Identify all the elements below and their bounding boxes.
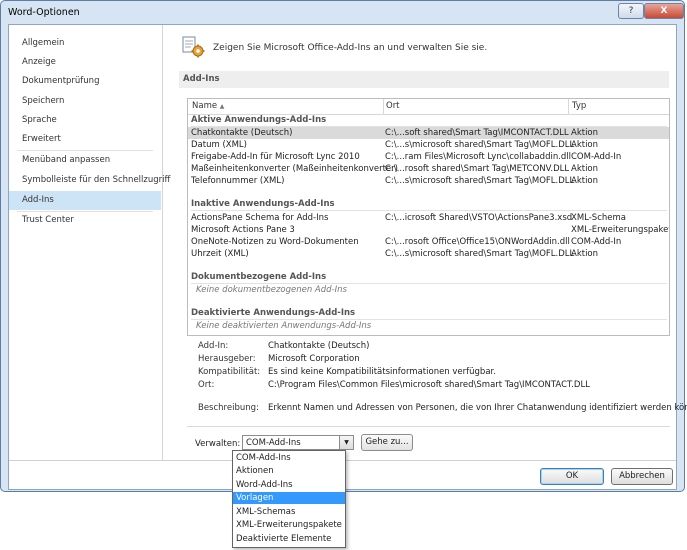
dropdown-option-aktionen[interactable]: Aktionen: [233, 465, 345, 477]
cancel-button[interactable]: Abbrechen: [611, 468, 673, 485]
row-name: ActionsPane Schema for Add-Ins: [191, 213, 329, 223]
table-row[interactable]: ActionsPane Schema for Add-Ins C:\...icr…: [188, 212, 669, 224]
column-header-name[interactable]: Name ▲: [192, 101, 224, 111]
detail-label-publisher: Herausgeber:: [198, 354, 256, 364]
group-header-document: Dokumentbezogene Add-Ins: [191, 272, 327, 282]
row-type: Aktion: [571, 128, 599, 138]
detail-value-addin: Chatkontakte (Deutsch): [268, 341, 370, 351]
row-type: Aktion: [571, 176, 599, 186]
row-name: Telefonnummer (XML): [191, 176, 285, 186]
row-location: C:\...s\microsoft shared\Smart Tag\MOFL.…: [385, 249, 575, 259]
section-title-add-ins: Add-Ins: [179, 71, 669, 88]
sidebar-item-trust-center[interactable]: Trust Center: [9, 211, 161, 230]
dialog-client-area: Allgemein Anzeige Dokumentprüfung Speich…: [8, 24, 687, 490]
addins-gear-icon: [182, 36, 205, 58]
sidebar-item-anzeige[interactable]: Anzeige: [9, 53, 161, 72]
sidebar-item-speichern[interactable]: Speichern: [9, 92, 161, 111]
manage-divider: [187, 426, 670, 427]
row-type: XML-Erweiterungspaket: [571, 225, 670, 235]
row-name: Maßeinheitenkonverter (Maßeinheitenkonve…: [191, 164, 398, 174]
row-location: C:\...s\microsoft shared\Smart Tag\MOFL.…: [385, 176, 575, 186]
row-name: Chatkontakte (Deutsch): [191, 128, 293, 138]
table-row[interactable]: Maßeinheitenkonverter (Maßeinheitenkonve…: [188, 163, 669, 175]
group-header-active: Aktive Anwendungs-Add-Ins: [191, 115, 327, 125]
dropdown-option-xml-erweiterungspakete[interactable]: XML-Erweiterungspakete: [233, 519, 345, 531]
sidebar-item-schnellzugriff[interactable]: Symbolleiste für den Schnellzugriff: [9, 171, 170, 190]
detail-label-description: Beschreibung:: [198, 403, 259, 413]
group-divider: [191, 283, 667, 284]
detail-value-location: C:\Program Files\Common Files\microsoft …: [268, 380, 590, 390]
detail-label-location: Ort:: [198, 380, 215, 390]
row-name: Datum (XML): [191, 140, 247, 150]
sidebar-item-menueband-anpassen[interactable]: Menüband anpassen: [9, 151, 161, 170]
ok-button[interactable]: OK: [540, 468, 604, 485]
empty-group-text: Keine dokumentbezogenen Add-Ins: [196, 285, 347, 295]
table-row[interactable]: Freigabe-Add-In für Microsoft Lync 2010 …: [188, 151, 669, 163]
row-type: COM-Add-In: [571, 237, 622, 247]
row-name: Freigabe-Add-In für Microsoft Lync 2010: [191, 152, 360, 162]
sort-ascending-icon: ▲: [219, 103, 225, 110]
add-ins-list[interactable]: Name ▲ Ort Typ Aktive Anwendungs-Add-Ins…: [187, 98, 670, 336]
dropdown-option-com-add-ins[interactable]: COM-Add-Ins: [233, 452, 345, 464]
row-location: C:\...rosoft Office\Office15\ONWordAddin…: [385, 237, 570, 247]
manage-select-value: COM-Add-Ins: [246, 438, 301, 448]
row-location: C:\...soft shared\Smart Tag\IMCONTACT.DL…: [385, 128, 569, 138]
manage-label: Verwalten:: [195, 439, 241, 449]
row-location: C:\...icrosoft Shared\VSTO\ActionsPane3.…: [385, 213, 573, 223]
column-header-type[interactable]: Typ: [572, 101, 586, 111]
column-header-location[interactable]: Ort: [386, 101, 400, 111]
detail-label-compatibility: Kompatibilität:: [198, 367, 261, 377]
dropdown-option-vorlagen[interactable]: Vorlagen: [233, 492, 345, 504]
detail-value-publisher: Microsoft Corporation: [268, 354, 360, 364]
row-name: OneNote-Notizen zu Word-Dokumenten: [191, 237, 359, 247]
group-header-disabled: Deaktivierte Anwendungs-Add-Ins: [191, 308, 356, 318]
row-type: Aktion: [571, 140, 599, 150]
table-row[interactable]: Chatkontakte (Deutsch) C:\...soft shared…: [188, 127, 669, 139]
sidebar-item-dokumentpruefung[interactable]: Dokumentprüfung: [9, 72, 161, 91]
dropdown-option-word-add-ins[interactable]: Word-Add-Ins: [233, 479, 345, 491]
table-row[interactable]: Microsoft Actions Pane 3 XML-Erweiterung…: [188, 224, 669, 236]
row-type: COM-Add-In: [571, 152, 622, 162]
row-name: Uhrzeit (XML): [191, 249, 249, 259]
row-type: XML-Schema: [571, 213, 626, 223]
dropdown-option-deaktivierte-elemente[interactable]: Deaktivierte Elemente: [233, 533, 345, 545]
page-description: Zeigen Sie Microsoft Office-Add-Ins an u…: [213, 43, 488, 53]
table-row[interactable]: Uhrzeit (XML) C:\...s\microsoft shared\S…: [188, 248, 669, 260]
manage-dropdown-list[interactable]: COM-Add-Ins Aktionen Word-Add-Ins Vorlag…: [232, 450, 346, 548]
row-location: C:\...s\microsoft shared\Smart Tag\MOFL.…: [385, 140, 575, 150]
row-location: C:\...ram Files\Microsoft Lync\collabadd…: [385, 152, 572, 162]
sidebar-item-allgemein[interactable]: Allgemein: [9, 34, 161, 53]
group-divider: [191, 210, 667, 211]
row-name: Microsoft Actions Pane 3: [191, 225, 295, 235]
list-column-header: Name ▲ Ort Typ: [188, 99, 669, 115]
close-button[interactable]: X: [644, 3, 684, 19]
sidebar-item-sprache[interactable]: Sprache: [9, 111, 161, 130]
go-button[interactable]: Gehe zu...: [361, 434, 413, 451]
table-row[interactable]: Datum (XML) C:\...s\microsoft shared\Sma…: [188, 139, 669, 151]
row-type: Aktion: [571, 249, 599, 259]
table-row[interactable]: Telefonnummer (XML) C:\...s\microsoft sh…: [188, 175, 669, 187]
sidebar-item-erweitert[interactable]: Erweitert: [9, 130, 161, 149]
sidebar-item-add-ins[interactable]: Add-Ins: [9, 191, 161, 210]
chevron-down-icon[interactable]: ▼: [339, 436, 353, 449]
group-header-inactive: Inaktive Anwendungs-Add-Ins: [191, 199, 335, 209]
column-divider[interactable]: [568, 99, 569, 114]
dropdown-option-xml-schemas[interactable]: XML-Schemas: [233, 506, 345, 518]
add-ins-panel: Zeigen Sie Microsoft Office-Add-Ins an u…: [173, 25, 687, 460]
empty-group-text: Keine deaktivierten Anwendungs-Add-Ins: [196, 321, 372, 331]
manage-select[interactable]: COM-Add-Ins ▼: [242, 435, 354, 450]
detail-value-description: Erkennt Namen und Adressen von Personen,…: [268, 403, 687, 413]
options-sidebar: Allgemein Anzeige Dokumentprüfung Speich…: [9, 25, 170, 460]
word-options-window: Word-Optionen ? X Allgemein Anzeige Doku…: [0, 0, 687, 492]
column-divider[interactable]: [383, 99, 384, 114]
window-title: Word-Optionen: [8, 7, 80, 18]
detail-value-compatibility: Es sind keine Kompatibilitätsinformation…: [268, 367, 496, 377]
row-location: C:\...rosoft shared\Smart Tag\METCONV.DL…: [385, 164, 570, 174]
table-row[interactable]: OneNote-Notizen zu Word-Dokumenten C:\..…: [188, 236, 669, 248]
row-type: Aktion: [571, 164, 599, 174]
help-button[interactable]: ?: [618, 3, 644, 19]
detail-label-addin: Add-In:: [198, 341, 229, 351]
title-bar[interactable]: Word-Optionen ? X: [1, 1, 684, 23]
group-divider: [191, 319, 667, 320]
